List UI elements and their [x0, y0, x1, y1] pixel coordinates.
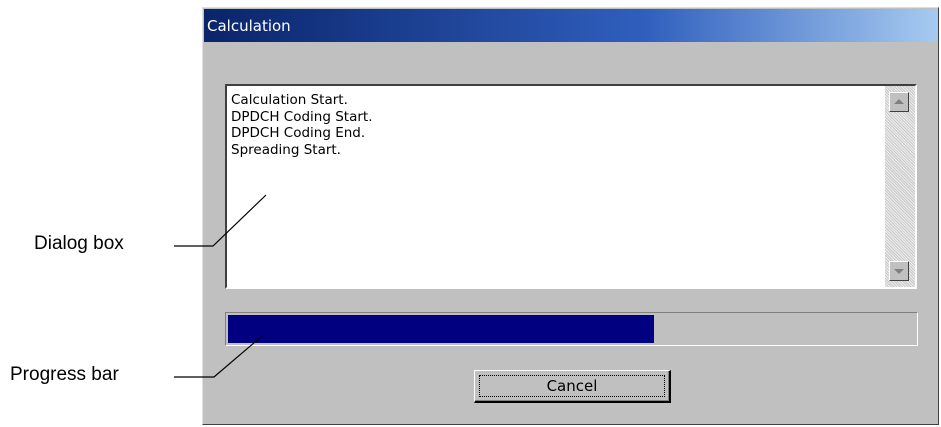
dialog-box-callout-line [174, 194, 267, 247]
callout-lines [174, 194, 267, 378]
progress-bar-callout-line [174, 335, 263, 378]
dialog-box-annotation: Dialog box [34, 233, 124, 254]
progress-bar-annotation: Progress bar [10, 364, 119, 385]
